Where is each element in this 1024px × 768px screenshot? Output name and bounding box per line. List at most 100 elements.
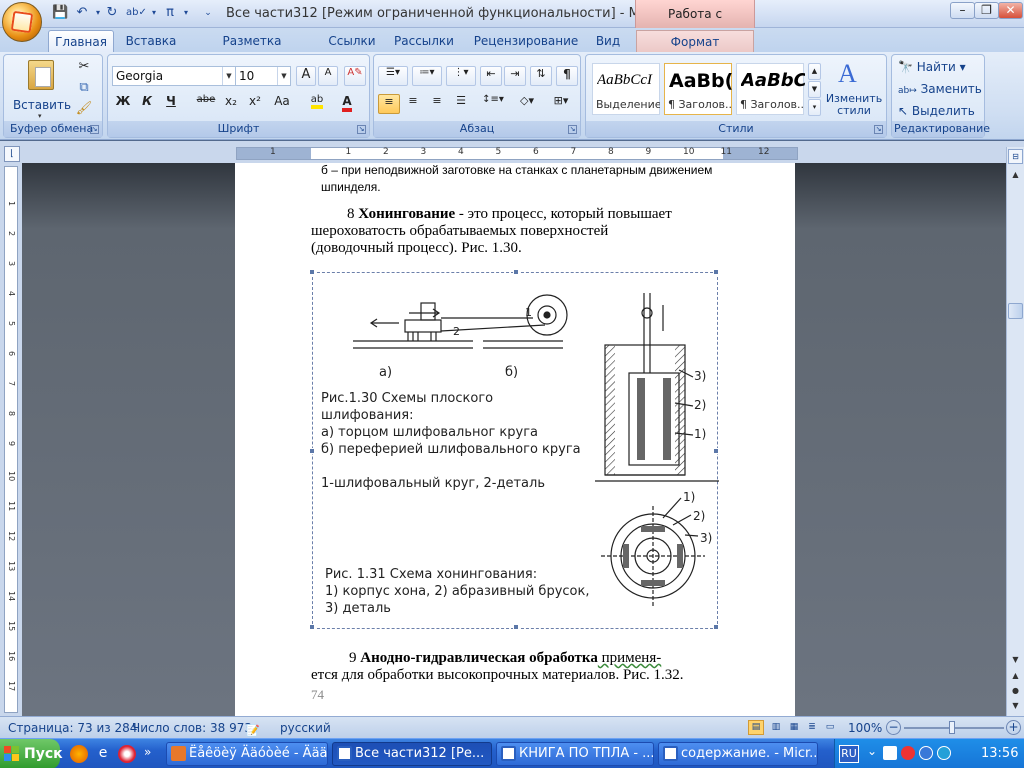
chrome-icon[interactable]: [118, 745, 136, 763]
spellcheck-icon[interactable]: ab✓: [126, 5, 147, 21]
vertical-scrollbar[interactable]: ⊟ ▲ ▼ ▲ ● ▼: [1006, 147, 1024, 716]
office-button[interactable]: [2, 2, 42, 42]
superscript-button[interactable]: x²: [244, 94, 266, 114]
undo-icon[interactable]: ↶: [74, 5, 90, 21]
copy-icon[interactable]: ⧉: [74, 80, 94, 98]
font-launcher-icon[interactable]: ↘: [357, 125, 366, 134]
scroll-down-icon[interactable]: ▼: [1008, 652, 1023, 667]
zoom-slider-thumb[interactable]: [949, 721, 955, 734]
network-icon[interactable]: [883, 746, 897, 760]
align-center-button[interactable]: ≡: [402, 94, 424, 114]
resize-handle[interactable]: [309, 448, 315, 454]
resize-handle[interactable]: [309, 624, 315, 630]
font-family-select[interactable]: Georgia ▼: [112, 66, 236, 86]
tab-home[interactable]: Главная: [48, 30, 114, 52]
paste-button[interactable]: Вставить ▾: [10, 58, 74, 120]
style-emphasis[interactable]: AaBbCcI Выделение: [592, 63, 660, 115]
format-painter-icon[interactable]: 🖌: [74, 101, 94, 119]
start-button[interactable]: Пуск: [0, 739, 63, 768]
font-size-select[interactable]: 10 ▼: [235, 66, 291, 86]
redo-icon[interactable]: ↻: [104, 5, 120, 21]
italic-button[interactable]: К: [136, 94, 158, 114]
equation-dropdown-icon[interactable]: ▾: [178, 5, 194, 21]
show-marks-button[interactable]: ¶: [556, 66, 578, 86]
restore-button[interactable]: ❐: [974, 2, 999, 19]
tab-page-layout[interactable]: Разметка страницы: [190, 30, 314, 70]
vertical-ruler[interactable]: 1 2 3 4 5 6 7 8 9 10 11 12 13 14 15 16 17: [4, 166, 18, 713]
find-button[interactable]: 🔭 Найти ▾: [898, 60, 982, 78]
update-icon[interactable]: [937, 746, 951, 760]
decrease-indent-button[interactable]: ⇤: [480, 66, 502, 86]
shading-button[interactable]: ◇▾: [512, 94, 542, 114]
close-button[interactable]: ✕: [998, 2, 1023, 19]
scroll-up-icon[interactable]: ▲: [1008, 167, 1023, 182]
tab-selector-icon[interactable]: ⌊: [4, 146, 20, 162]
ruler-toggle-icon[interactable]: ⊟: [1008, 149, 1023, 164]
pi-equation-icon[interactable]: π: [162, 5, 178, 21]
clear-formatting-button[interactable]: A✎: [344, 66, 366, 86]
browse-object-icon[interactable]: ●: [1008, 684, 1023, 698]
taskbar-item[interactable]: КНИГА ПО ТПЛА - ...: [496, 742, 654, 766]
zoom-in-icon[interactable]: +: [1006, 720, 1021, 735]
quicklaunch-more-icon[interactable]: »: [144, 745, 151, 759]
taskbar-item[interactable]: содержание. - Micr...: [658, 742, 818, 766]
increase-indent-button[interactable]: ⇥: [504, 66, 526, 86]
bold-button[interactable]: Ж: [112, 94, 134, 114]
subscript-button[interactable]: x₂: [220, 94, 242, 114]
language[interactable]: русский: [280, 717, 331, 739]
bullets-button[interactable]: ☰▾: [378, 66, 408, 86]
tab-format[interactable]: Формат: [636, 30, 754, 52]
cut-icon[interactable]: ✂: [74, 59, 94, 77]
firefox-icon[interactable]: [70, 745, 88, 763]
save-icon[interactable]: 💾: [52, 5, 68, 21]
web-layout-icon[interactable]: ▦: [786, 720, 802, 735]
numbering-button[interactable]: ≔▾: [412, 66, 442, 86]
minimize-button[interactable]: –: [950, 2, 975, 19]
word-count[interactable]: Число слов: 38 973: [132, 717, 252, 739]
taskbar-item-active[interactable]: Все части312 [Ре...: [332, 742, 492, 766]
antivirus-icon[interactable]: [901, 746, 915, 760]
align-left-button[interactable]: ≡: [378, 94, 400, 114]
proofing-icon[interactable]: 📝: [246, 720, 262, 737]
styles-more-icon[interactable]: ▾: [808, 99, 821, 116]
multilevel-list-button[interactable]: ⋮▾: [446, 66, 476, 86]
select-button[interactable]: ↖ Выделить ▾: [898, 104, 982, 132]
font-color-button[interactable]: A: [334, 94, 360, 114]
resize-handle[interactable]: [713, 624, 719, 630]
styles-scroll-up-icon[interactable]: ▲: [808, 63, 821, 80]
highlight-color-button[interactable]: ab: [304, 94, 330, 114]
styles-scroll-down-icon[interactable]: ▼: [808, 81, 821, 98]
clipboard-launcher-icon[interactable]: ↘: [90, 125, 99, 134]
resize-handle[interactable]: [309, 269, 315, 275]
page-count[interactable]: Страница: 73 из 284: [8, 717, 137, 739]
taskbar-item[interactable]: Ëåêöèÿ Ääóòèé - Äää...: [166, 742, 328, 766]
style-heading-2[interactable]: AaBbC ¶ Заголов...: [736, 63, 805, 115]
zoom-slider[interactable]: [904, 721, 1004, 734]
spellcheck-dropdown-icon[interactable]: ▾: [146, 5, 162, 21]
previous-page-icon[interactable]: ▲: [1008, 669, 1023, 683]
styles-launcher-icon[interactable]: ↘: [874, 125, 883, 134]
tab-insert[interactable]: Вставка: [120, 30, 182, 52]
replace-button[interactable]: ab↦ Заменить: [898, 82, 982, 100]
style-heading-1[interactable]: AaBb( ¶ Заголов...: [664, 63, 733, 115]
customize-qat-icon[interactable]: ⌄: [200, 5, 216, 21]
tray-expand-icon[interactable]: ⌄: [867, 744, 877, 758]
resize-handle[interactable]: [513, 269, 519, 275]
tab-references[interactable]: Ссылки: [324, 30, 380, 52]
strikethrough-button[interactable]: abe: [194, 94, 218, 114]
zoom-out-icon[interactable]: −: [886, 720, 901, 735]
internet-explorer-icon[interactable]: e: [94, 745, 112, 763]
tab-mailings[interactable]: Рассылки: [392, 30, 456, 52]
tab-view[interactable]: Вид: [590, 30, 626, 52]
sort-button[interactable]: ⇅: [530, 66, 552, 86]
language-indicator[interactable]: RU: [839, 745, 859, 763]
resize-handle[interactable]: [513, 624, 519, 630]
selected-picture[interactable]: 1 2 а) б) 3) 2) 1) 1) 2) 3) Рис.1.30 Схе…: [309, 269, 719, 630]
outline-view-icon[interactable]: ≣: [804, 720, 820, 735]
align-right-button[interactable]: ≡: [426, 94, 448, 114]
print-layout-view-icon[interactable]: ▤: [748, 720, 764, 735]
grow-font-button[interactable]: A: [296, 66, 316, 86]
change-styles-button[interactable]: A Изменить стили: [824, 59, 884, 119]
change-case-button[interactable]: Aa: [268, 94, 296, 114]
next-page-icon[interactable]: ▼: [1008, 699, 1023, 713]
